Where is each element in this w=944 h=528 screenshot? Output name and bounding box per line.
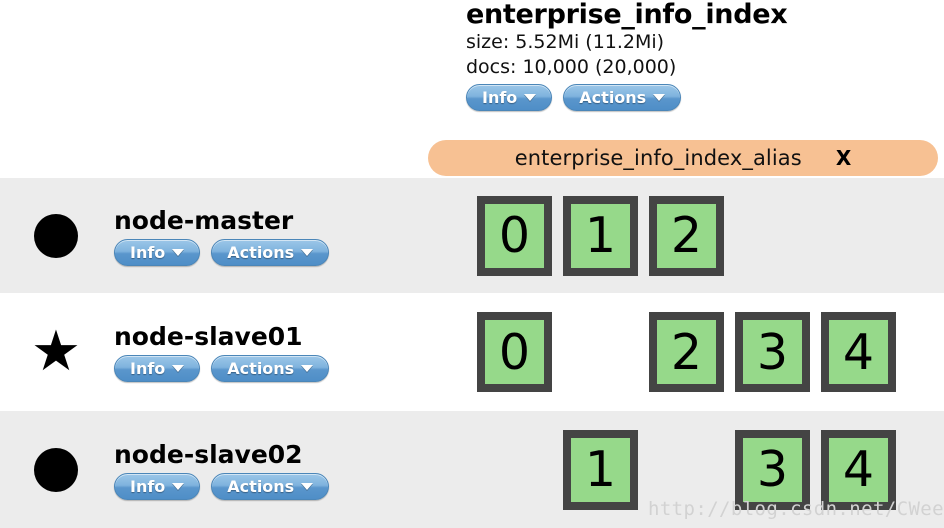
chevron-down-icon (172, 482, 185, 490)
shard-cell: 0 (477, 312, 552, 392)
chevron-down-icon (172, 248, 185, 256)
shard-cell: 2 (649, 312, 724, 392)
shard-box[interactable]: 2 (649, 312, 724, 392)
shard-box[interactable]: 0 (477, 195, 552, 276)
index-docs-stat: docs: 10,000 (20,000) (466, 56, 677, 78)
shard-box[interactable]: 4 (821, 312, 896, 392)
cluster-overview: enterprise_info_index size: 5.52Mi (11.2… (0, 0, 944, 528)
shard-cell (821, 196, 896, 276)
index-size-stat: size: 5.52Mi (11.2Mi) (466, 31, 665, 53)
shard-grid: 012 (468, 195, 944, 276)
node-actions-button-label: Actions (227, 359, 295, 378)
node-name: node-master (114, 205, 294, 235)
shard-cell: 2 (649, 195, 724, 276)
star-icon: ★ (30, 319, 82, 384)
node-info-button[interactable]: Info (114, 355, 201, 382)
node-button-row: Info Actions (114, 472, 468, 500)
shard-box[interactable]: 1 (563, 195, 638, 276)
shard-grid: 1 34 (468, 429, 944, 510)
shard-box[interactable]: 3 (735, 429, 810, 510)
node-marker (0, 213, 112, 258)
chevron-down-icon (524, 94, 537, 101)
node-name: node-slave01 (114, 322, 303, 351)
shard-cell: 0 (477, 195, 552, 276)
node-name: node-slave02 (114, 439, 303, 469)
circle-icon (34, 213, 78, 258)
shard-cell: 4 (821, 429, 896, 510)
node-actions-button-label: Actions (227, 242, 295, 262)
shard-box[interactable]: 0 (477, 312, 552, 392)
shard-cell: 3 (735, 429, 810, 510)
chevron-down-icon (172, 365, 185, 372)
chevron-down-icon (301, 482, 314, 490)
node-info: node-master Info Actions (112, 206, 468, 266)
node-row: node-master Info Actions 0 1 2 (0, 178, 944, 293)
node-info-button[interactable]: Info (114, 238, 201, 266)
shard-cell: 3 (735, 312, 810, 392)
index-actions-button[interactable]: Actions (563, 84, 682, 111)
node-info-button[interactable]: Info (114, 472, 201, 500)
node-actions-button[interactable]: Actions (211, 472, 330, 500)
index-header: enterprise_info_index size: 5.52Mi (11.2… (466, 0, 944, 111)
shard-cell (477, 430, 552, 510)
index-title: enterprise_info_index (466, 0, 788, 30)
chevron-down-icon (301, 248, 314, 256)
alias-name: enterprise_info_index_alias (514, 146, 802, 170)
shard-cell: 1 (563, 195, 638, 276)
shard-box[interactable]: 4 (821, 429, 896, 510)
node-info: node-slave01 Info Actions (112, 322, 468, 382)
shard-cell: 4 (821, 312, 896, 392)
node-info-button-label: Info (130, 476, 166, 496)
node-marker (0, 447, 112, 492)
node-button-row: Info Actions (114, 355, 468, 382)
node-actions-button[interactable]: Actions (211, 355, 330, 382)
node-marker: ★ (0, 319, 112, 384)
index-info-button-label: Info (482, 88, 518, 107)
index-button-row: Info Actions (466, 84, 944, 111)
index-actions-button-label: Actions (579, 88, 647, 107)
shard-box[interactable]: 2 (649, 195, 724, 276)
shard-box[interactable]: 1 (563, 429, 638, 510)
index-info-button[interactable]: Info (466, 84, 553, 111)
shard-cell: 1 (563, 429, 638, 510)
close-icon[interactable]: X (836, 148, 851, 168)
node-button-row: Info Actions (114, 238, 468, 266)
node-info: node-slave02 Info Actions (112, 440, 468, 500)
node-actions-button-label: Actions (227, 476, 295, 496)
node-info-button-label: Info (130, 242, 166, 262)
chevron-down-icon (653, 94, 666, 101)
chevron-down-icon (301, 365, 314, 372)
shard-cell (563, 312, 638, 392)
shard-cell (735, 196, 810, 276)
node-info-button-label: Info (130, 359, 166, 378)
shard-grid: 0 234 (468, 312, 944, 392)
circle-icon (34, 447, 78, 492)
shard-cell (649, 430, 724, 510)
index-alias-bar[interactable]: enterprise_info_index_alias X (428, 140, 938, 176)
shard-box[interactable]: 3 (735, 312, 810, 392)
node-actions-button[interactable]: Actions (211, 238, 330, 266)
node-row: node-slave02 Info Actions 1 3 4 (0, 411, 944, 528)
node-row: ★ node-slave01 Info Actions 0 2 3 4 (0, 293, 944, 411)
